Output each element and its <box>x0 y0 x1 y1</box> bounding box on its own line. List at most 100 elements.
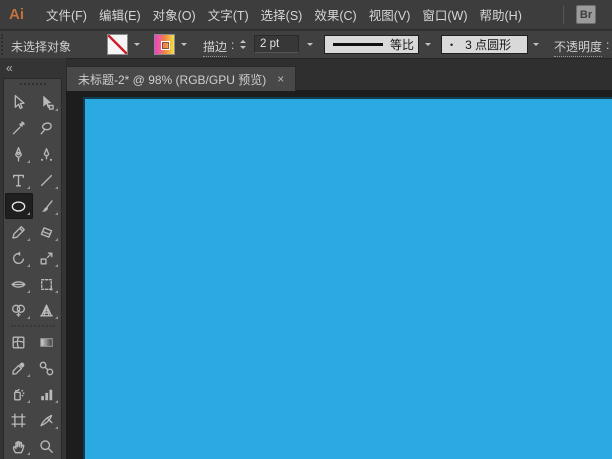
symbol-sprayer-icon <box>14 388 25 400</box>
width-tool[interactable] <box>5 271 33 297</box>
artboard-tool[interactable] <box>5 407 33 433</box>
width-icon <box>11 280 26 288</box>
type-icon <box>13 174 24 186</box>
perspective-grid-tool[interactable] <box>33 297 61 323</box>
eraser-tool[interactable] <box>33 219 61 245</box>
dock-collapse-button[interactable]: « <box>6 62 13 74</box>
hand-tool[interactable] <box>5 433 33 459</box>
brush-value: 3 点圆形 <box>465 38 512 52</box>
menu-effect[interactable]: 效果(C) <box>308 0 362 30</box>
profile-value: 等比 <box>390 38 415 52</box>
menu-window[interactable]: 窗口(W) <box>416 0 473 30</box>
stroke-color-swatch[interactable] <box>154 34 175 55</box>
document-tab[interactable]: 未标题-2* @ 98% (RGB/GPU 预览) × <box>66 66 297 91</box>
selection-arrow-icon <box>14 94 25 109</box>
profile-dropdown-chevron-icon[interactable] <box>421 34 435 55</box>
gradient-tool[interactable] <box>33 329 61 355</box>
lasso-tool[interactable] <box>33 115 61 141</box>
curvature-pen-icon <box>40 147 53 161</box>
pencil-tool[interactable] <box>5 219 33 245</box>
ellipse-icon <box>11 200 26 212</box>
pen-nib-icon <box>15 146 22 162</box>
shape-builder-icon <box>11 304 26 317</box>
selection-status-label: 未选择对象 <box>11 40 72 54</box>
type-tool[interactable] <box>5 167 33 193</box>
mesh-icon <box>12 336 25 348</box>
document-tab-title: 未标题-2* @ 98% (RGB/GPU 预览) <box>78 72 267 87</box>
mesh-tool[interactable] <box>5 329 33 355</box>
zoom-tool[interactable] <box>33 433 61 459</box>
menu-view[interactable]: 视图(V) <box>363 0 417 30</box>
brush-dropdown-chevron-icon[interactable] <box>529 34 543 55</box>
magic-wand-icon <box>12 120 25 134</box>
bridge-icon[interactable]: Br <box>576 5 596 24</box>
eyedropper-tool[interactable] <box>5 355 33 381</box>
magic-wand-tool[interactable] <box>5 115 33 141</box>
hand-icon <box>12 440 25 453</box>
column-graph-tool[interactable] <box>33 381 61 407</box>
pencil-icon <box>12 225 25 239</box>
opacity-label[interactable]: 不透明度 <box>554 38 603 57</box>
stepper-up-icon[interactable] <box>240 37 246 43</box>
eyedropper-icon <box>12 362 25 375</box>
opacity-label-colon: : <box>606 38 610 52</box>
paintbrush-icon <box>41 199 53 212</box>
brush-dot-icon: • <box>450 39 454 50</box>
rotate-tool[interactable] <box>5 245 33 271</box>
document-tab-strip: 未标题-2* @ 98% (RGB/GPU 预览) × <box>0 58 612 91</box>
pen-tool[interactable] <box>5 141 33 167</box>
artboard-canvas[interactable] <box>83 97 612 459</box>
line-segment-icon <box>40 174 53 186</box>
blend-tool[interactable] <box>33 355 61 381</box>
tab-close-icon[interactable]: × <box>277 73 284 85</box>
tool-dock: « <box>0 58 66 459</box>
variable-width-profile-dropdown[interactable]: 等比 <box>324 35 419 54</box>
stroke-label-colon: : <box>231 38 235 52</box>
stroke-weight-dropdown-chevron-icon[interactable] <box>303 34 317 55</box>
uniform-profile-line-icon <box>333 43 383 46</box>
menu-select[interactable]: 选择(S) <box>255 0 309 30</box>
curvature-tool[interactable] <box>33 141 61 167</box>
fill-dropdown-chevron-icon[interactable] <box>130 34 144 55</box>
menubar-divider <box>563 5 564 24</box>
stepper-down-icon[interactable] <box>240 46 246 52</box>
brush-definition-dropdown[interactable]: • 3 点圆形 <box>441 35 528 54</box>
tools-panel-grip[interactable] <box>19 83 46 87</box>
tool-grid <box>4 89 61 459</box>
stroke-weight-stepper[interactable] <box>240 37 246 52</box>
line-segment-tool[interactable] <box>33 167 61 193</box>
lasso-icon <box>40 121 52 134</box>
eraser-icon <box>40 226 53 238</box>
direct-selection-tool[interactable] <box>33 89 61 115</box>
menu-type[interactable]: 文字(T) <box>202 0 255 30</box>
shape-builder-tool[interactable] <box>5 297 33 323</box>
zoom-magnifier-icon <box>40 439 53 453</box>
tools-panel <box>3 78 62 459</box>
slice-tool[interactable] <box>33 407 61 433</box>
perspective-grid-icon <box>40 304 53 316</box>
control-bar-grip[interactable] <box>1 34 7 55</box>
menu-object[interactable]: 对象(O) <box>147 0 202 30</box>
selection-tool[interactable] <box>5 89 33 115</box>
blend-icon <box>39 361 54 375</box>
scale-icon <box>40 252 53 264</box>
stroke-weight-label[interactable]: 描边 <box>203 38 228 57</box>
artboard-icon <box>11 412 26 428</box>
stroke-dropdown-chevron-icon[interactable] <box>177 34 191 55</box>
scale-tool[interactable] <box>33 245 61 271</box>
free-transform-icon <box>41 278 53 291</box>
direct-selection-arrow-icon <box>43 95 54 110</box>
slice-knife-icon <box>40 414 53 426</box>
symbol-sprayer-tool[interactable] <box>5 381 33 407</box>
menu-edit[interactable]: 编辑(E) <box>93 0 147 30</box>
illustrator-app-icon: Ai <box>9 6 24 23</box>
gradient-icon <box>40 337 53 347</box>
free-transform-tool[interactable] <box>33 271 61 297</box>
column-graph-icon <box>41 389 53 400</box>
menu-file[interactable]: 文件(F) <box>40 0 93 30</box>
menu-help[interactable]: 帮助(H) <box>474 0 528 30</box>
paintbrush-tool[interactable] <box>33 193 61 219</box>
fill-color-swatch[interactable] <box>107 34 128 55</box>
stroke-weight-input[interactable]: 2 pt <box>254 35 299 53</box>
ellipse-tool[interactable] <box>4 193 33 219</box>
